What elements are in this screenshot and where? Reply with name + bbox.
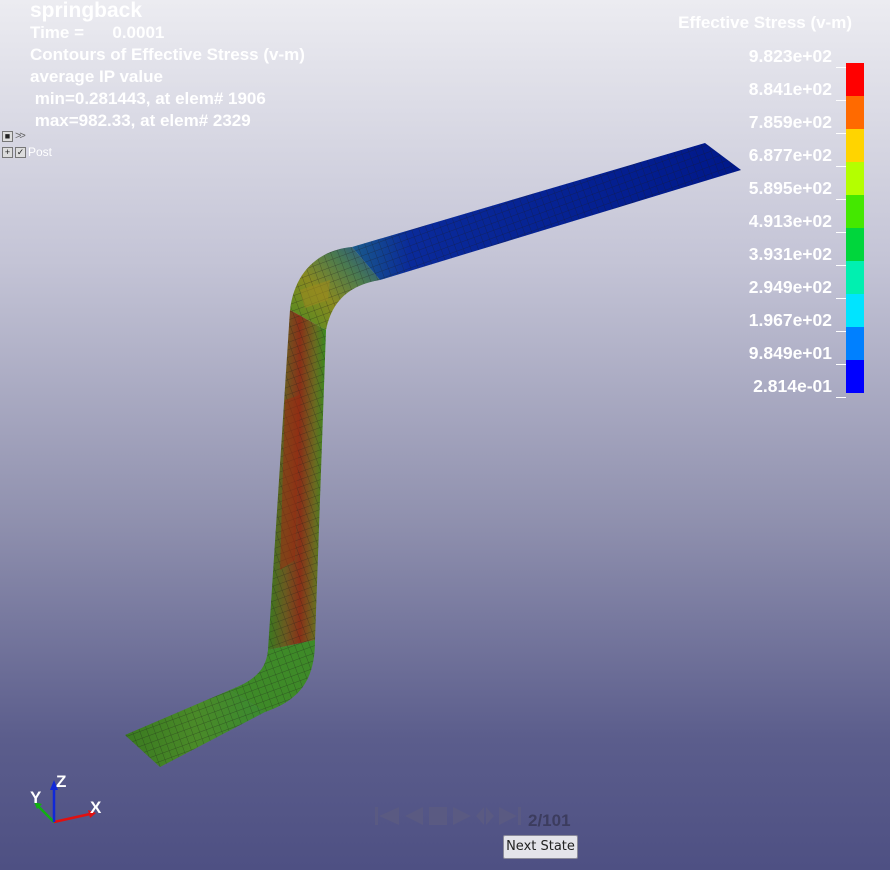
axis-triad: X Y Z <box>24 768 114 832</box>
tree-item-label: Post <box>28 145 53 159</box>
legend-color-segment <box>846 129 864 162</box>
next-state-button[interactable]: Next State <box>503 835 578 859</box>
chevron-right-icon[interactable]: >> <box>15 130 26 142</box>
legend-color-segment <box>846 195 864 228</box>
skip-last-icon <box>499 807 521 825</box>
legend-color-segment <box>846 228 864 261</box>
stop-icon <box>429 807 447 825</box>
legend-label: 9.849e+01 <box>749 342 846 375</box>
play-icon <box>453 807 471 825</box>
legend-label: 9.823e+02 <box>749 45 846 78</box>
legend-color-segment <box>846 261 864 294</box>
x-axis-label: X <box>90 798 102 817</box>
legend-labels: 9.823e+02 8.841e+02 7.859e+02 6.877e+02 5.89… <box>749 45 846 408</box>
legend-label: 2.949e+02 <box>749 276 846 309</box>
stop-button[interactable] <box>427 804 449 828</box>
x-axis-line <box>53 812 91 824</box>
legend-title: Effective Stress (v-m) <box>678 13 852 32</box>
legend-label: 7.859e+02 <box>749 111 846 144</box>
legend-label: 3.931e+02 <box>749 243 846 276</box>
play-backward-icon <box>405 807 423 825</box>
max-readout: max=982.33, at elem# 2329 <box>30 111 251 130</box>
play-button[interactable] <box>451 804 473 828</box>
average-description: average IP value <box>30 67 163 86</box>
legend-color-segment <box>846 360 864 393</box>
legend-label: 6.877e+02 <box>749 144 846 177</box>
legend-label: 2.814e-01 <box>749 375 846 408</box>
skip-first-icon <box>375 807 399 825</box>
checkbox-icon[interactable]: ✓ <box>15 146 26 158</box>
collapse-icon[interactable]: ■ <box>2 130 13 142</box>
step-icon <box>476 807 494 825</box>
legend-label: 1.967e+02 <box>749 309 846 342</box>
legend-label: 5.895e+02 <box>749 177 846 210</box>
info-panel: springback Time = 0.0001 Contours of Eff… <box>30 0 305 132</box>
y-axis-label: Y <box>30 788 42 807</box>
model-title: springback <box>30 0 143 22</box>
legend-label: 4.913e+02 <box>749 210 846 243</box>
first-state-button[interactable] <box>373 804 401 828</box>
state-counter: 2/101 <box>528 811 571 830</box>
legend-color-bar <box>846 63 864 393</box>
legend-color-segment <box>846 327 864 360</box>
time-readout: Time = 0.0001 <box>30 23 165 42</box>
animation-controls <box>373 804 523 828</box>
last-state-button[interactable] <box>497 804 523 828</box>
z-axis-label: Z <box>56 772 67 791</box>
legend-color-segment <box>846 96 864 129</box>
step-back-forward-button[interactable] <box>475 804 495 828</box>
y-axis-line <box>37 805 55 823</box>
previous-state-button[interactable] <box>403 804 425 828</box>
model-tree: ■ >> + ✓ Post <box>2 128 52 160</box>
legend-color-segment <box>846 63 864 96</box>
legend-color-segment <box>846 162 864 195</box>
tree-item-post[interactable]: + ✓ Post <box>2 144 52 160</box>
min-readout: min=0.281443, at elem# 1906 <box>30 89 266 108</box>
contour-description: Contours of Effective Stress (v-m) <box>30 45 305 64</box>
expand-icon[interactable]: + <box>2 146 13 158</box>
legend-label: 8.841e+02 <box>749 78 846 111</box>
tree-collapse-row[interactable]: ■ >> <box>2 128 52 144</box>
legend-color-segment <box>846 294 864 327</box>
